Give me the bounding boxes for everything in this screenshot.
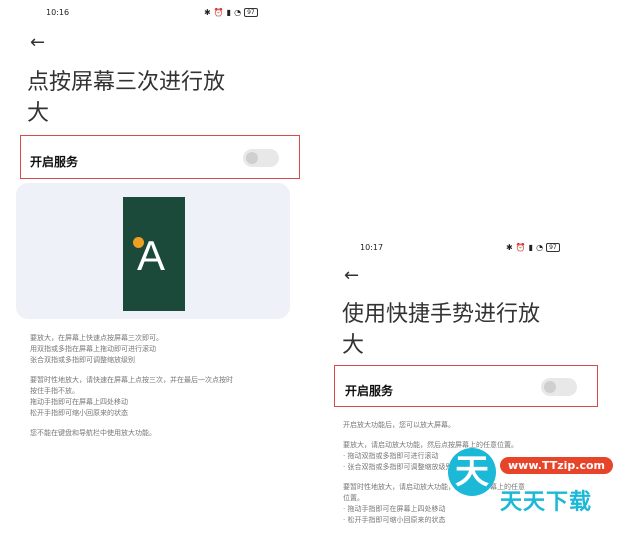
signal-icon: ▮ xyxy=(528,243,534,252)
toggle-knob xyxy=(246,152,258,164)
card-letter: A xyxy=(137,232,166,279)
wifi-icon: ◔ xyxy=(234,8,242,17)
desc-paragraph: 要放大，在屏幕上快速点按屏幕三次即可。 用双指或多指在屏幕上拖动即可进行滚动 张… xyxy=(30,334,163,364)
status-bar: 10:17 xyxy=(360,243,383,252)
watermark-logo: 天 xyxy=(448,448,496,496)
desc-paragraph: 开启放大功能后，您可以放大屏幕。 xyxy=(343,421,455,429)
status-time: 10:16 xyxy=(46,8,70,17)
battery-icon: 97 xyxy=(546,243,560,252)
alarm-icon: ⏰ xyxy=(213,8,224,17)
status-time: 10:17 xyxy=(360,243,384,252)
description: 要放大，在屏幕上快速点按屏幕三次即可。 用双指或多指在屏幕上拖动即可进行滚动 张… xyxy=(30,333,300,448)
desc-paragraph: 要暂时性地放大，请快速在屏幕上点按三次，并在最后一次点按时 按住手指不放。 拖动… xyxy=(30,376,233,417)
magnify-card: A xyxy=(123,197,185,311)
back-button[interactable]: ← xyxy=(344,267,359,285)
illustration: A xyxy=(16,183,290,319)
service-row[interactable]: 开启服务 xyxy=(334,365,598,407)
service-label: 开启服务 xyxy=(345,384,394,398)
page-title: 使用快捷手势进行放 大 xyxy=(342,302,541,358)
back-button[interactable]: ← xyxy=(30,34,45,52)
back-arrow-icon: ← xyxy=(344,265,360,286)
toggle-knob xyxy=(544,381,556,393)
alarm-icon: ⏰ xyxy=(515,243,526,252)
wifi-icon: ◔ xyxy=(536,243,544,252)
service-row[interactable]: 开启服务 xyxy=(20,135,300,179)
status-bar: 10:16 xyxy=(46,8,69,17)
service-toggle[interactable] xyxy=(243,149,279,167)
left-screen: 10:16 ✱ ⏰ ▮ ◔ 97 ← 点按屏幕三次进行放 大 开启服务 A 要放… xyxy=(0,0,310,535)
bluetooth-icon: ✱ xyxy=(506,243,513,252)
service-toggle[interactable] xyxy=(541,378,577,396)
watermark-text: 天天下载 xyxy=(500,490,593,515)
bluetooth-icon: ✱ xyxy=(204,8,211,17)
watermark-url: www.TTzip.com xyxy=(500,457,613,474)
back-arrow-icon: ← xyxy=(30,32,46,53)
battery-icon: 97 xyxy=(244,8,258,17)
page-title: 点按屏幕三次进行放 大 xyxy=(27,70,226,126)
desc-paragraph: 您不能在键盘和导航栏中使用放大功能。 xyxy=(30,429,156,437)
signal-icon: ▮ xyxy=(226,8,232,17)
service-label: 开启服务 xyxy=(30,155,79,169)
